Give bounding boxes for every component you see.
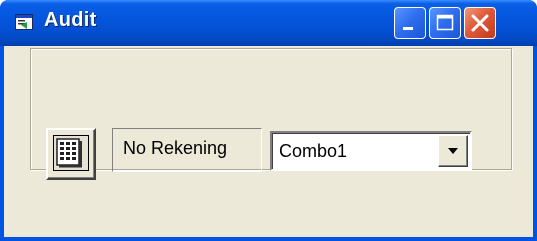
minimize-button[interactable] (394, 7, 426, 39)
combo-value[interactable]: Combo1 (279, 141, 347, 162)
maximize-button[interactable] (429, 7, 461, 39)
combo-box[interactable]: Combo1 (270, 131, 472, 171)
account-number-label-box: No Rekening (112, 128, 262, 172)
maximize-icon (436, 14, 454, 31)
window-title: Audit (44, 9, 97, 31)
account-number-label: No Rekening (123, 138, 228, 158)
form-window-icon (15, 14, 33, 30)
title-bar[interactable]: Audit (0, 0, 537, 46)
minimize-icon (403, 27, 413, 30)
close-button[interactable] (464, 7, 496, 39)
close-icon (471, 14, 489, 32)
keypad-icon (53, 135, 89, 171)
chevron-down-icon (448, 148, 458, 154)
combo-dropdown-button[interactable] (438, 135, 468, 167)
keypad-button[interactable] (46, 128, 96, 180)
